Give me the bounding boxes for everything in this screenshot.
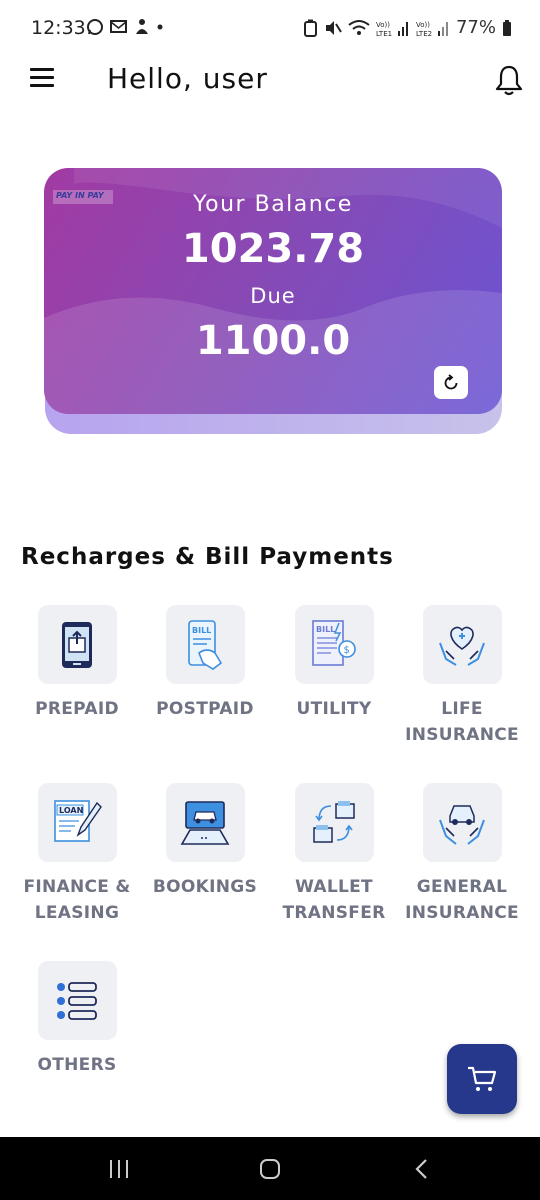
postpaid-bill-icon: BILL: [188, 619, 223, 670]
service-others[interactable]: OTHERS: [13, 961, 141, 1078]
svg-text:Vo)): Vo)): [416, 21, 430, 29]
due-label: Due: [250, 284, 296, 308]
mail-icon: [110, 20, 127, 33]
battery-percentage: 77%: [455, 17, 496, 38]
svg-text:BILL: BILL: [192, 626, 211, 635]
refresh-icon: [444, 373, 458, 389]
svg-text:$: $: [344, 645, 350, 656]
recent-apps-button[interactable]: [79, 1137, 159, 1200]
svg-text:Vo)): Vo)): [376, 21, 390, 29]
service-bookings[interactable]: BOOKINGS: [141, 783, 269, 900]
service-finance-leasing[interactable]: LOAN FINANCE & LEASING: [13, 783, 141, 926]
service-icon-box: [422, 783, 502, 862]
others-list-icon: [57, 981, 97, 1020]
service-label: PREPAID: [35, 699, 119, 719]
greeting-title: Hello, user: [107, 62, 268, 95]
service-label: OTHERS: [37, 1055, 117, 1075]
due-value: 1100.0: [195, 318, 351, 364]
service-label: LIFE INSURANCE: [405, 699, 519, 745]
signal-sim1-icon: Vo))LTE1: [376, 21, 408, 37]
status-time: 12:33: [31, 17, 86, 39]
service-label: POSTPAID: [156, 699, 254, 719]
notification-bell-icon[interactable]: [494, 64, 524, 96]
utility-bill-icon: BILL $: [312, 619, 356, 666]
app-bar: Hello, user: [0, 58, 540, 106]
service-icon-box: BILL $: [294, 605, 374, 684]
recent-apps-icon: [110, 1159, 128, 1178]
balance-label: Your Balance: [193, 192, 353, 217]
life-insurance-icon: [439, 626, 485, 666]
svg-text:LTE1: LTE1: [376, 30, 392, 37]
svg-text:LOAN: LOAN: [59, 806, 83, 815]
loan-icon: LOAN: [54, 799, 102, 842]
service-prepaid[interactable]: PREPAID: [13, 605, 141, 722]
section-title: Recharges & Bill Payments: [21, 544, 394, 570]
menu-icon[interactable]: [30, 68, 56, 90]
service-general-insurance[interactable]: GENERAL INSURANCE: [398, 783, 526, 926]
service-life-insurance[interactable]: LIFE INSURANCE: [398, 605, 526, 748]
cart-button[interactable]: [447, 1044, 517, 1114]
signal-sim2-icon: Vo))LTE2: [416, 21, 448, 37]
service-icon-box: BILL: [165, 605, 245, 684]
service-icon-box: [422, 605, 502, 684]
dot-icon: [157, 24, 163, 30]
battery-saver-icon: [303, 19, 317, 37]
balance-value: 1023.78: [181, 226, 365, 272]
status-bar: 12:33 Vo)) LTE1 Vo)) LTE2 77%: [0, 0, 540, 58]
service-wallet-transfer[interactable]: WALLET TRANSFER: [270, 783, 398, 926]
back-button[interactable]: [382, 1137, 462, 1200]
service-icon-box: LOAN: [37, 783, 117, 862]
system-navigation-bar: [0, 1137, 540, 1200]
service-label: FINANCE & LEASING: [23, 877, 131, 923]
svg-text:BILL: BILL: [316, 625, 335, 634]
bookings-icon: [180, 800, 230, 845]
refresh-button[interactable]: [434, 366, 468, 399]
wallet-transfer-icon: [313, 800, 355, 843]
service-label: BOOKINGS: [152, 877, 258, 897]
whatsapp-icon: [87, 19, 103, 35]
back-icon: [415, 1158, 427, 1179]
service-icon-box: [37, 961, 117, 1040]
svg-text:LTE2: LTE2: [416, 30, 432, 37]
prepaid-phone-icon: [62, 621, 92, 668]
mute-icon: [325, 20, 342, 35]
service-icon-box: [294, 783, 374, 862]
home-icon: [260, 1158, 280, 1179]
service-icon-box: [165, 783, 245, 862]
notification-icons: [86, 18, 164, 36]
battery-icon: [503, 19, 511, 36]
service-label: WALLET TRANSFER: [282, 877, 386, 923]
service-icon-box: [37, 605, 117, 684]
service-label: UTILITY: [296, 699, 372, 719]
cart-icon: [468, 1066, 497, 1091]
service-postpaid[interactable]: BILL POSTPAID: [141, 605, 269, 722]
system-status-icons: Vo)) LTE1 Vo)) LTE2 77%: [303, 17, 512, 38]
home-button[interactable]: [230, 1137, 310, 1200]
wifi-icon: [348, 19, 370, 35]
service-label: GENERAL INSURANCE: [405, 877, 519, 923]
general-insurance-icon: [439, 804, 485, 845]
service-utility[interactable]: BILL $ UTILITY: [270, 605, 398, 722]
app-notification-icon: [136, 19, 148, 34]
